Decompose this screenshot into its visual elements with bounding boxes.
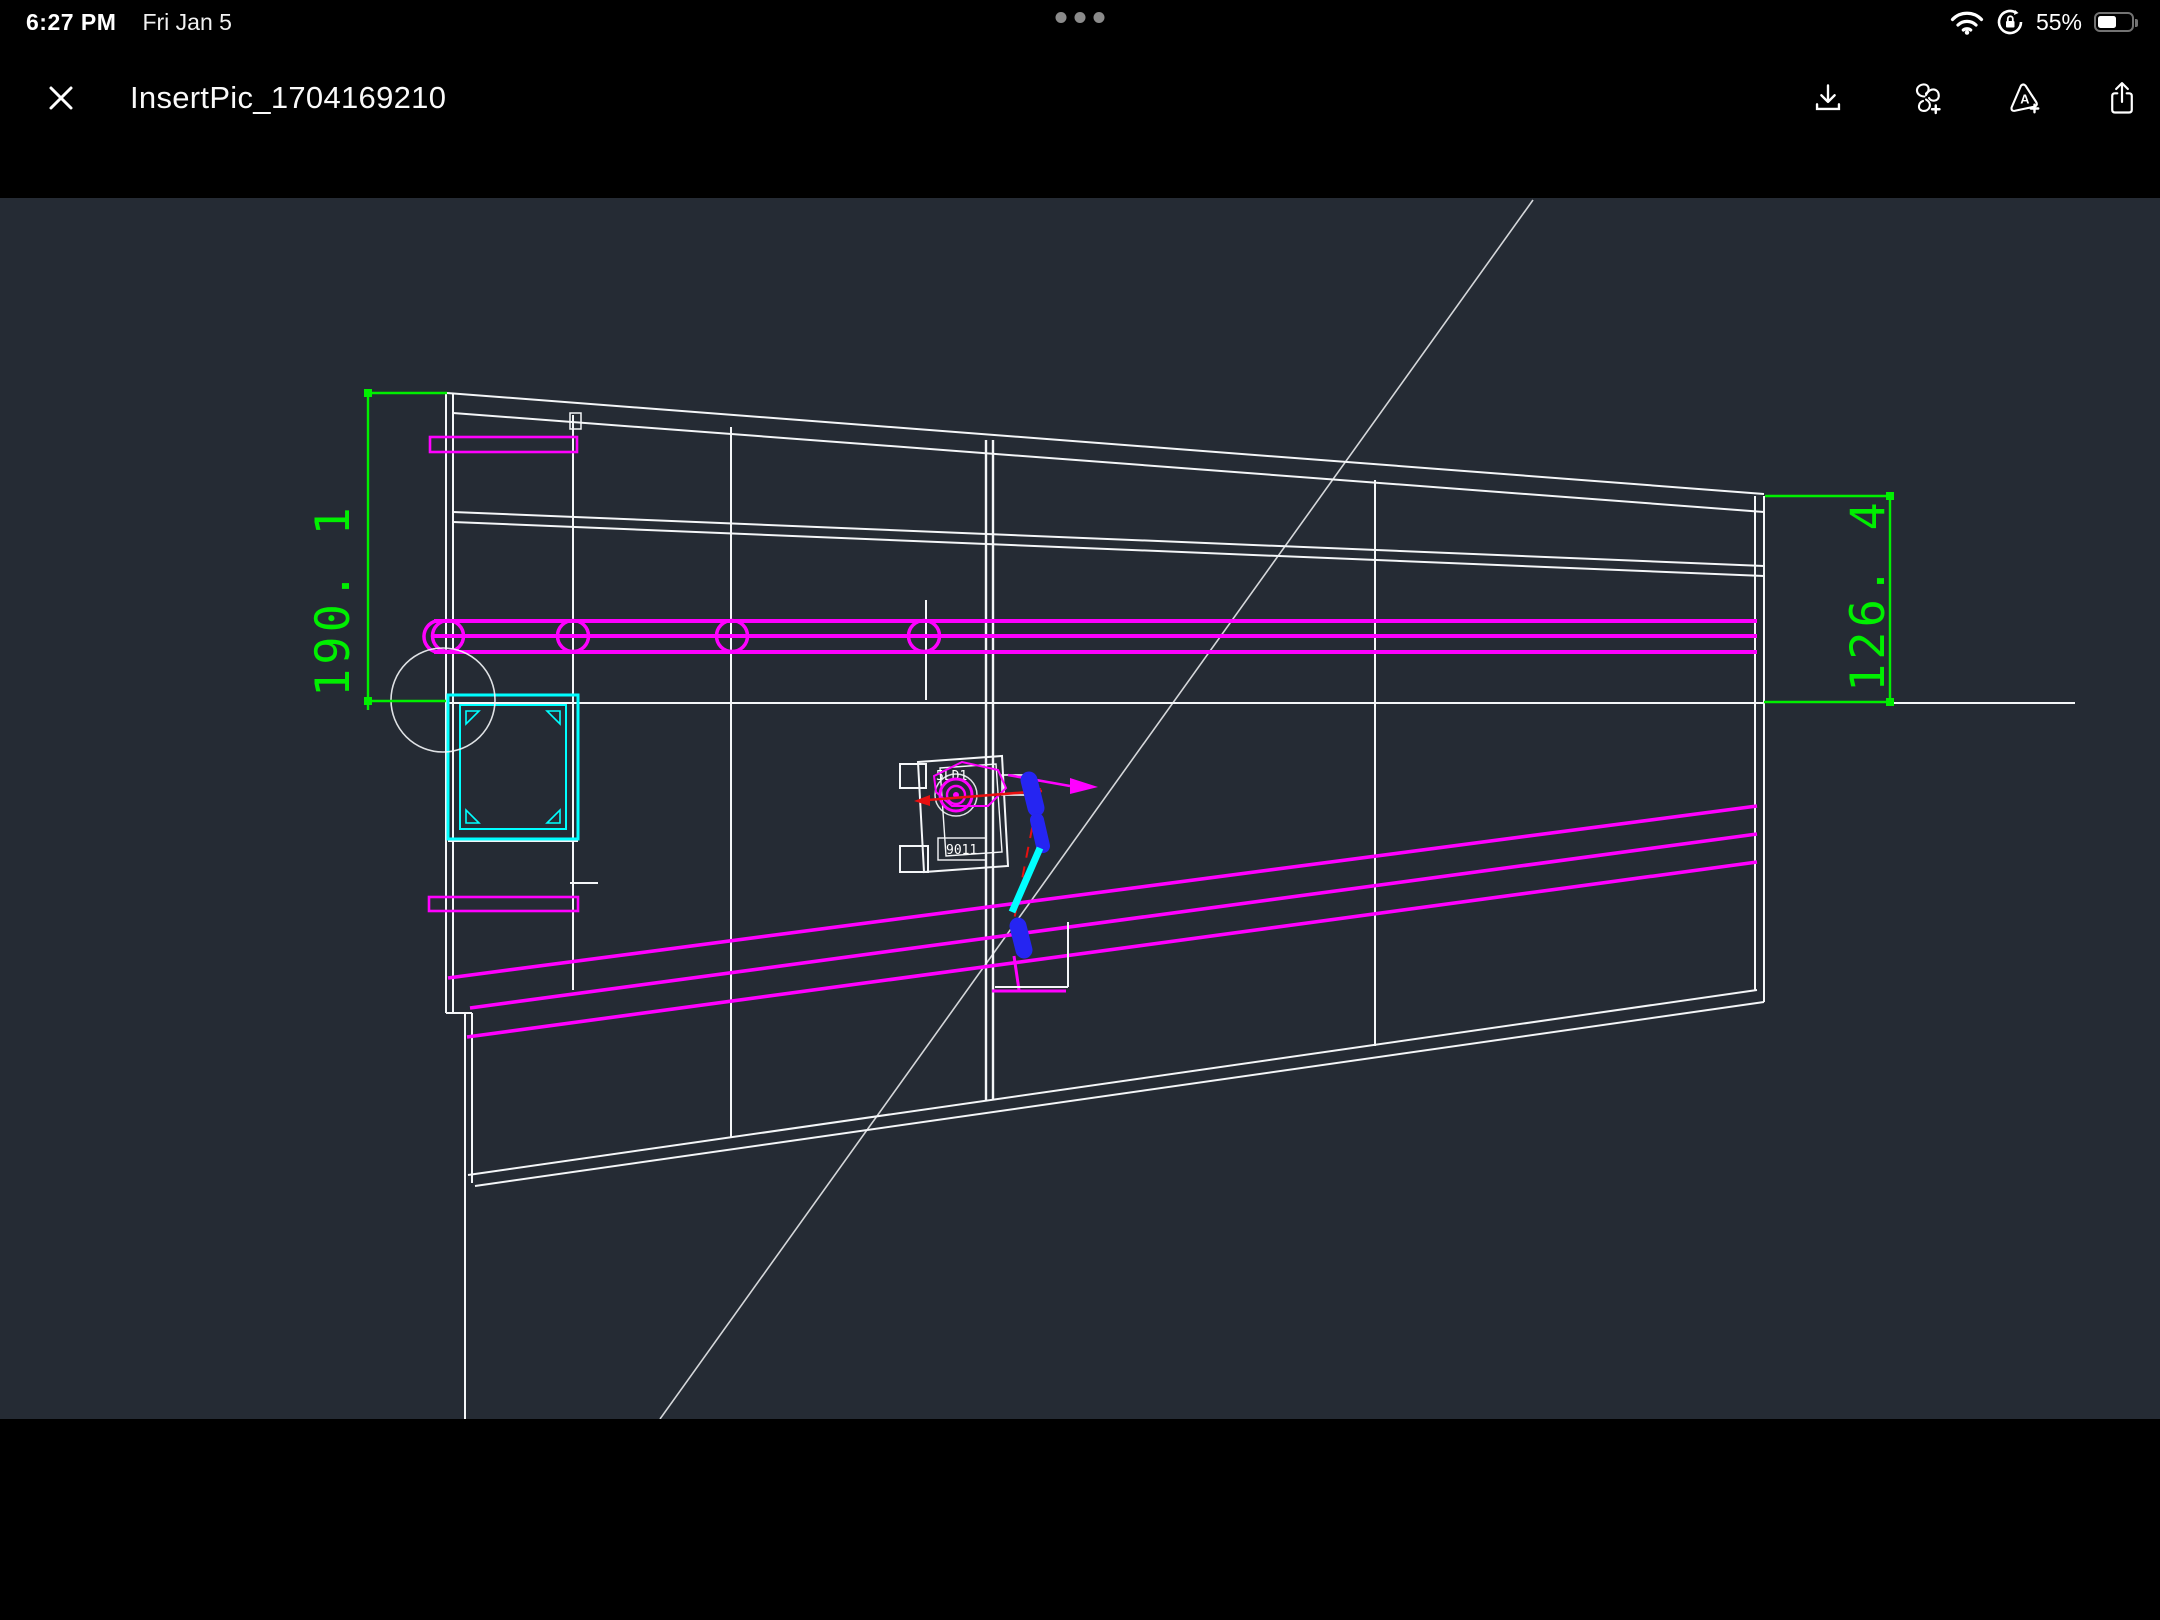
dim-value-left: 190. 1 — [306, 503, 361, 697]
battery-fill — [2098, 16, 2116, 28]
dimension-right: 126. 4 — [1764, 492, 1896, 706]
share-button[interactable] — [2098, 74, 2146, 122]
multitasking-dots-icon[interactable] — [1056, 12, 1105, 23]
section-line — [660, 200, 1533, 1419]
dim-value-right: 126. 4 — [1841, 498, 1896, 692]
status-date: Fri Jan 5 — [142, 9, 231, 36]
annotate-add-icon: A — [2006, 74, 2042, 122]
image-canvas[interactable]: 5LD1 9011 190. 1 — [0, 198, 2160, 1419]
status-time: 6:27 PM — [26, 9, 116, 36]
viewer-toolbar: InsertPic_1704169210 A — [0, 52, 2160, 144]
download-button[interactable] — [1804, 74, 1852, 122]
annotate-add-button[interactable]: A — [2000, 74, 2048, 122]
status-left: 6:27 PM Fri Jan 5 — [26, 9, 232, 36]
toolbar-actions: A — [1804, 74, 2146, 122]
wing-skins — [447, 393, 1764, 1186]
main-spar — [424, 621, 1757, 653]
centerline — [446, 703, 2075, 841]
servo-assembly: 5LD1 9011 — [900, 756, 1098, 991]
close-icon — [44, 81, 78, 115]
svg-text:A: A — [2020, 91, 2029, 106]
battery-percent: 55% — [2036, 9, 2082, 36]
dimension-left: 190. 1 — [306, 389, 447, 710]
share-icon — [2104, 75, 2140, 121]
battery-nub — [2135, 19, 2138, 27]
spar-tube-box — [448, 695, 578, 839]
wifi-icon — [1950, 9, 1984, 35]
servo-label-bottom: 9011 — [946, 843, 977, 858]
pinwheel-add-icon — [1908, 74, 1944, 122]
status-bar: 6:27 PM Fri Jan 5 55% — [0, 0, 2160, 44]
status-right: 55% — [1950, 8, 2134, 36]
ipad-image-viewer: { "status_bar": { "time": "6:27 PM", "da… — [0, 0, 2160, 1620]
pinwheel-add-button[interactable] — [1902, 74, 1950, 122]
file-title: InsertPic_1704169210 — [130, 80, 1804, 116]
cad-drawing: 5LD1 9011 190. 1 — [0, 198, 2160, 1419]
ribs — [446, 393, 1764, 1419]
download-icon — [1810, 75, 1846, 121]
close-button[interactable] — [38, 75, 84, 121]
aft-spars — [448, 806, 1757, 1037]
orientation-lock-icon — [1996, 8, 2024, 36]
battery-icon — [2094, 12, 2134, 32]
